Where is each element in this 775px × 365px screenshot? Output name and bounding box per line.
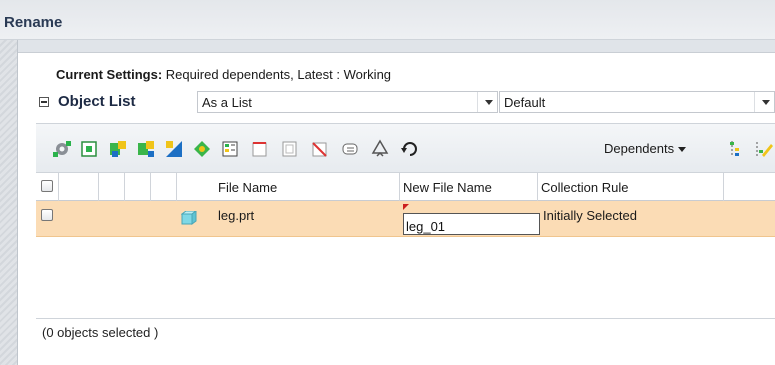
refresh-icon[interactable] [400, 139, 420, 159]
chevron-down-icon[interactable] [754, 92, 774, 112]
part-icon [181, 211, 197, 225]
frame-icon[interactable] [250, 139, 270, 159]
window-icon[interactable] [80, 139, 100, 159]
current-settings: Current Settings: Required dependents, L… [56, 67, 391, 82]
filter-select[interactable]: Default [499, 91, 775, 113]
column-header-new-file-name[interactable]: New File Name [403, 180, 492, 195]
diamond-icon[interactable] [192, 139, 212, 159]
file-name-cell: leg.prt [218, 208, 255, 223]
edit-icon[interactable] [754, 139, 774, 159]
chevron-down-icon [678, 147, 687, 153]
filter-select-value: Default [504, 95, 546, 110]
collection-rule-cell: Initially Selected [543, 208, 637, 223]
object-list-header: Object List As a List Default [34, 91, 775, 113]
column-divider [176, 173, 177, 201]
rename-panel: Current Settings: Required dependents, L… [18, 52, 775, 365]
selection-count: (0 objects selected ) [42, 325, 159, 340]
structure-icon[interactable] [726, 139, 746, 159]
current-settings-value: Required dependents, Latest : Working [165, 67, 392, 82]
object-list-label: Object List [58, 93, 136, 110]
gear-icon[interactable] [52, 139, 72, 159]
add-tree-icon[interactable] [136, 139, 156, 159]
row-checkbox[interactable] [41, 209, 53, 221]
bracket-icon[interactable] [280, 139, 300, 159]
current-settings-label: Current Settings: [56, 67, 163, 82]
select-all-checkbox[interactable] [41, 180, 53, 192]
tag-icon[interactable] [340, 139, 360, 159]
title-bar: Rename [0, 0, 775, 40]
toolbar: Dependents [36, 123, 775, 173]
list-icon[interactable] [220, 139, 240, 159]
column-divider [124, 173, 125, 201]
column-divider [723, 173, 724, 201]
new-file-name-input[interactable] [403, 213, 540, 235]
column-divider [537, 173, 538, 201]
no-icon[interactable] [310, 139, 330, 159]
view-select-value: As a List [202, 95, 252, 110]
pattern-icon[interactable] [164, 139, 184, 159]
recycle-icon[interactable] [370, 139, 390, 159]
window-title: Rename [4, 14, 63, 31]
dependents-menu[interactable]: Dependents [604, 141, 687, 156]
view-select[interactable]: As a List [197, 91, 498, 113]
collapse-toggle[interactable] [39, 97, 49, 107]
column-divider [58, 173, 59, 201]
column-divider [399, 173, 400, 201]
table-row[interactable]: leg.prt Initially Selected [36, 201, 775, 237]
left-gutter [0, 40, 18, 365]
add-icon[interactable] [108, 139, 128, 159]
chevron-down-icon[interactable] [477, 92, 497, 112]
column-header-file-name[interactable]: File Name [218, 180, 277, 195]
column-divider [150, 173, 151, 201]
dependents-label: Dependents [604, 141, 675, 156]
column-header-collection-rule[interactable]: Collection Rule [541, 180, 628, 195]
column-divider [98, 173, 99, 201]
table-header: File Name New File Name Collection Rule [36, 173, 775, 201]
status-bar: (0 objects selected ) [36, 318, 775, 344]
modified-flag-icon [403, 204, 409, 210]
